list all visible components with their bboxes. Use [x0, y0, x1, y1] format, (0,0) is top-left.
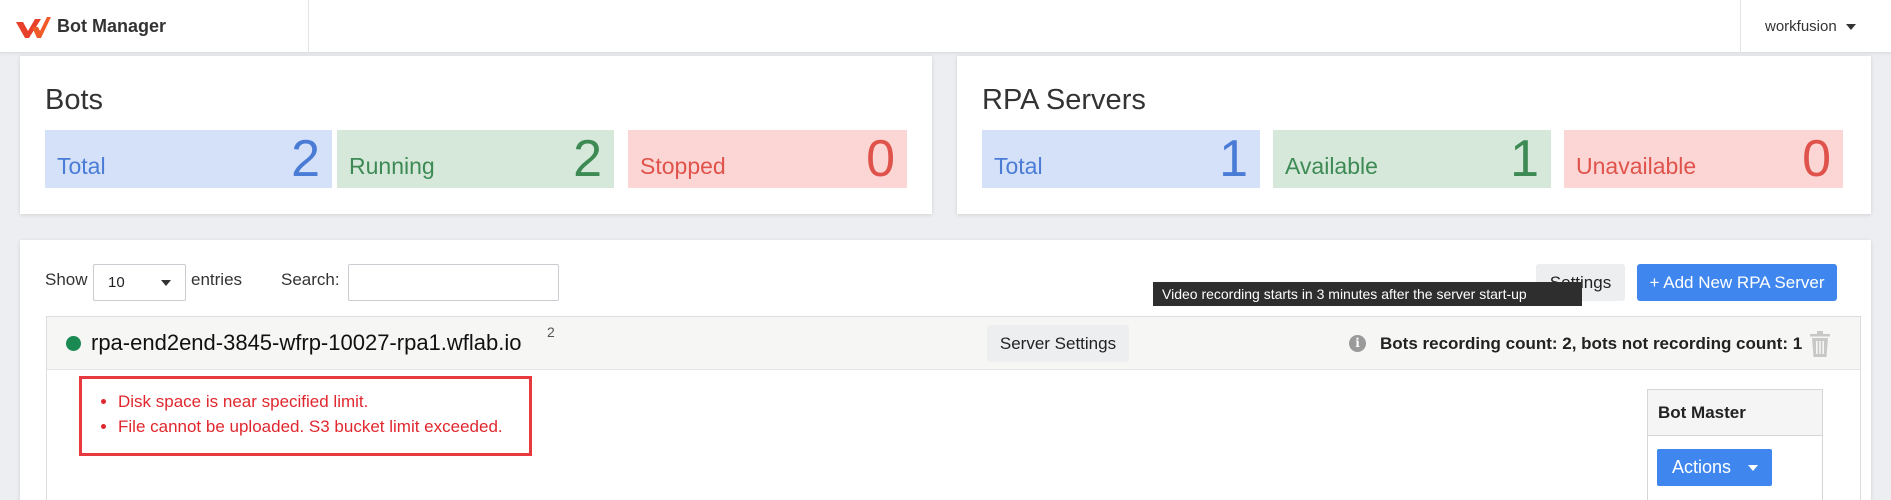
tile-value: 2 — [291, 130, 320, 188]
bot-master-panel: Bot Master Actions — [1647, 389, 1823, 500]
entries-value: 10 — [108, 274, 125, 291]
trash-icon[interactable] — [1809, 331, 1831, 357]
server-bot-count: 2 — [547, 324, 555, 340]
alert-item: Disk space is near specified limit. — [118, 389, 529, 414]
bots-running-tile: Running 2 — [337, 130, 614, 188]
servers-panel: Show 10 entries Search: Settings + Add N… — [20, 240, 1871, 500]
tile-value: 1 — [1510, 130, 1539, 188]
bot-master-title: Bot Master — [1648, 390, 1822, 436]
server-row: rpa-end2end-3845-wfrp-10027-rpa1.wflab.i… — [46, 316, 1861, 500]
bots-total-tile: Total 2 — [45, 130, 332, 188]
chevron-down-icon — [161, 280, 171, 286]
search-label: Search: — [281, 270, 340, 289]
user-menu[interactable]: workfusion — [1740, 0, 1891, 53]
alert-box: Disk space is near specified limit. File… — [79, 376, 532, 456]
show-label: Show — [45, 270, 88, 289]
server-header: rpa-end2end-3845-wfrp-10027-rpa1.wflab.i… — [47, 317, 1860, 370]
tile-value: 2 — [573, 130, 602, 188]
user-name: workfusion — [1765, 18, 1837, 35]
chevron-down-icon — [1748, 465, 1758, 471]
tile-label: Total — [994, 153, 1043, 179]
tile-value: 1 — [1219, 130, 1248, 188]
entries-label: entries — [191, 270, 243, 289]
brand[interactable]: Bot Manager — [15, 0, 309, 53]
tile-label: Running — [349, 153, 435, 179]
rpa-title: RPA Servers — [982, 84, 1146, 116]
tile-label: Stopped — [640, 153, 726, 179]
rpa-total-tile: Total 1 — [982, 130, 1260, 188]
workfusion-logo-icon — [16, 16, 51, 38]
status-online-icon — [66, 336, 81, 351]
chevron-down-icon — [1845, 23, 1856, 30]
actions-button[interactable]: Actions — [1657, 449, 1772, 486]
tile-value: 0 — [866, 130, 895, 188]
recording-count: Bots recording count: 2, bots not record… — [1380, 334, 1803, 353]
brand-name: Bot Manager — [57, 16, 167, 36]
alert-list: Disk space is near specified limit. File… — [82, 389, 529, 439]
rpa-servers-card: RPA Servers Total 1 Available 1 Unavaila… — [957, 56, 1871, 214]
bots-title: Bots — [45, 84, 104, 116]
bots-card: Bots Total 2 Running 2 Stopped 0 — [20, 56, 932, 214]
actions-label: Actions — [1672, 457, 1732, 477]
server-settings-button[interactable]: Server Settings — [987, 325, 1129, 362]
tile-value: 0 — [1802, 130, 1831, 188]
search-input[interactable] — [348, 264, 559, 301]
tile-label: Unavailable — [1576, 153, 1697, 179]
info-icon[interactable]: i — [1349, 335, 1366, 352]
alert-item: File cannot be uploaded. S3 bucket limit… — [118, 414, 529, 439]
rpa-available-tile: Available 1 — [1273, 130, 1551, 188]
rpa-unavailable-tile: Unavailable 0 — [1564, 130, 1843, 188]
server-name[interactable]: rpa-end2end-3845-wfrp-10027-rpa1.wflab.i… — [91, 330, 522, 356]
recording-tooltip: Video recording starts in 3 minutes afte… — [1153, 282, 1582, 306]
tile-label: Available — [1285, 153, 1378, 179]
add-rpa-server-button[interactable]: + Add New RPA Server — [1637, 264, 1837, 301]
tile-label: Total — [57, 153, 106, 179]
top-bar: Bot Manager workfusion — [0, 0, 1891, 53]
bots-stopped-tile: Stopped 0 — [628, 130, 907, 188]
entries-select[interactable]: 10 — [93, 264, 186, 301]
